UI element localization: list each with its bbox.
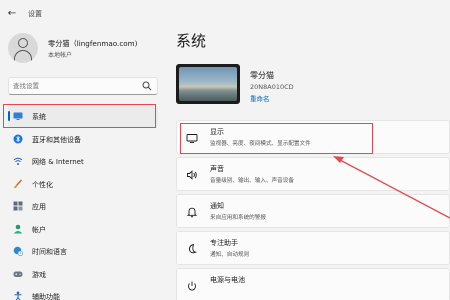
search-box[interactable] bbox=[8, 77, 158, 95]
setting-title: 显示 bbox=[210, 128, 224, 136]
sidebar-item-label: 时间和语言 bbox=[32, 248, 67, 256]
window-title: 设置 bbox=[28, 10, 42, 18]
network-icon bbox=[13, 157, 23, 165]
device-name: 零分猫 bbox=[250, 71, 274, 80]
back-button[interactable]: ← bbox=[6, 8, 18, 20]
speaker-icon bbox=[187, 170, 197, 180]
setting-sound[interactable]: 声音 音量级别、输出、输入、声音设备 bbox=[176, 157, 450, 191]
setting-display[interactable]: 显示 监视器、亮度、夜间模式、显示配置文件 bbox=[176, 120, 450, 154]
bluetooth-icon bbox=[13, 134, 23, 143]
device-info: 零分猫 20N8A010CD 重命名 bbox=[176, 64, 446, 108]
account-icon bbox=[13, 224, 23, 233]
sidebar-item-label: 游戏 bbox=[32, 270, 46, 279]
setting-description: 监视器、亮度、夜间模式、显示配置文件 bbox=[210, 141, 311, 147]
apps-icon bbox=[13, 201, 23, 211]
setting-description: 通知、自动规则 bbox=[210, 252, 250, 258]
sidebar-item-apps[interactable]: 应用 bbox=[8, 195, 158, 218]
setting-focus-assist[interactable]: 专注助手 通知、自动规则 bbox=[176, 231, 450, 265]
globe-clock-icon bbox=[13, 246, 23, 256]
page-title: 系统 bbox=[176, 32, 207, 50]
account-type: 本地帐户 bbox=[48, 52, 73, 59]
sidebar-item-label: 个性化 bbox=[32, 180, 53, 189]
active-indicator bbox=[8, 111, 10, 121]
sidebar-item-accounts[interactable]: 帐户 bbox=[8, 218, 158, 241]
setting-description: 音量级别、输出、输入、声音设备 bbox=[210, 178, 294, 184]
setting-power-battery[interactable]: 电源与电池 bbox=[176, 268, 450, 300]
sidebar-item-label: 辅助功能 bbox=[32, 293, 60, 300]
gamepad-icon bbox=[13, 271, 23, 277]
accessibility-icon bbox=[14, 291, 22, 300]
sidebar-item-system[interactable]: 系统 bbox=[8, 105, 158, 128]
user-name: 零分猫（lingfenmao.com) bbox=[48, 39, 138, 48]
setting-title: 专注助手 bbox=[210, 239, 238, 247]
setting-title: 电源与电池 bbox=[210, 276, 245, 284]
device-thumbnail bbox=[176, 64, 240, 104]
settings-list: 显示 监视器、亮度、夜间模式、显示配置文件 声音 音量级别、输出、输入、声音设备… bbox=[176, 120, 450, 300]
sidebar-item-bluetooth[interactable]: 蓝牙和其他设备 bbox=[8, 128, 158, 151]
sidebar-item-personalization[interactable]: 个性化 bbox=[8, 173, 158, 196]
sidebar-item-label: 系统 bbox=[32, 113, 46, 121]
bell-icon bbox=[186, 207, 198, 218]
display-icon bbox=[186, 134, 198, 143]
sidebar-item-accessibility[interactable]: 辅助功能 bbox=[8, 285, 158, 300]
sidebar-item-label: 蓝牙和其他设备 bbox=[32, 135, 81, 144]
power-icon bbox=[188, 281, 196, 291]
sidebar-item-label: 应用 bbox=[32, 203, 46, 211]
search-icon[interactable] bbox=[142, 81, 152, 91]
monitor-icon bbox=[13, 112, 23, 120]
setting-title: 通知 bbox=[210, 202, 224, 210]
brush-icon bbox=[14, 179, 23, 188]
sidebar-item-label: 帐户 bbox=[32, 225, 46, 234]
setting-notifications[interactable]: 通知 来自应用和系统的警报 bbox=[176, 194, 450, 228]
sidebar-item-label: 网络 & Internet bbox=[32, 158, 84, 166]
device-model: 20N8A010CD bbox=[250, 83, 294, 91]
user-profile[interactable]: 零分猫（lingfenmao.com) 本地帐户 bbox=[8, 33, 158, 65]
moon-icon bbox=[189, 243, 198, 254]
sidebar-item-gaming[interactable]: 游戏 bbox=[8, 263, 158, 286]
setting-description: 来自应用和系统的警报 bbox=[210, 215, 266, 221]
sidebar-nav: 系统 蓝牙和其他设备 网络 & Internet 个性化 应用 帐户 时间和语言… bbox=[8, 105, 158, 300]
sidebar-item-network[interactable]: 网络 & Internet bbox=[8, 150, 158, 173]
rename-link[interactable]: 重命名 bbox=[250, 93, 270, 103]
search-input[interactable] bbox=[13, 80, 141, 92]
title-bar: ← 设置 bbox=[0, 0, 450, 30]
sidebar-item-time-language[interactable]: 时间和语言 bbox=[8, 240, 158, 263]
setting-title: 声音 bbox=[210, 165, 224, 173]
avatar bbox=[8, 33, 38, 63]
